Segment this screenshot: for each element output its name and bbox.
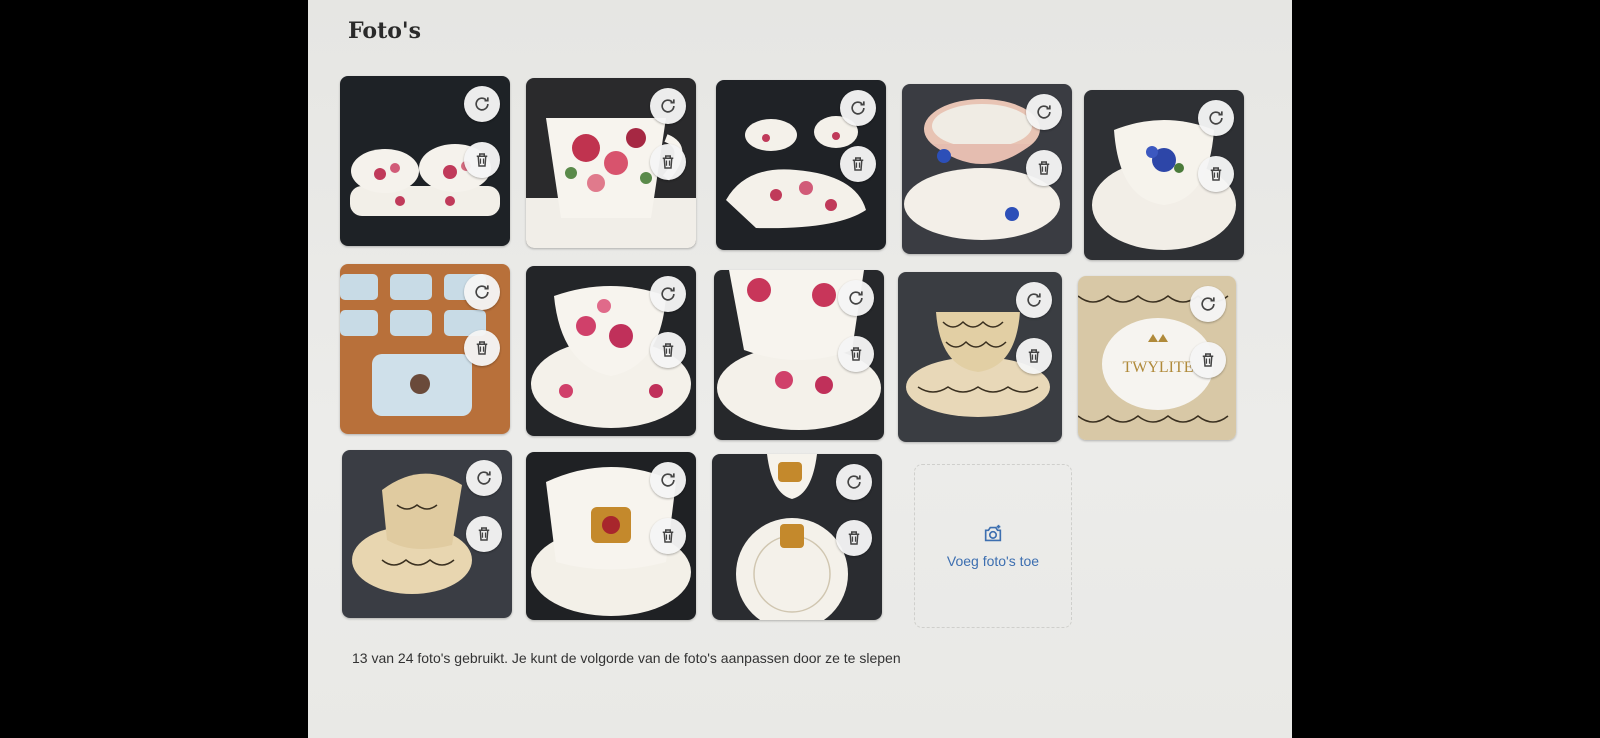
photo-tile-2[interactable]	[526, 78, 696, 248]
rotate-icon	[1209, 111, 1223, 125]
trash-icon	[848, 531, 860, 545]
photo-tile-5[interactable]	[1084, 90, 1244, 260]
photo-upload-screen: Foto's TWYLITE Voeg foto's toe 13 van 24…	[308, 0, 1292, 738]
trash-icon	[662, 155, 674, 169]
rotate-icon	[1027, 293, 1041, 307]
add-photos-button[interactable]: Voeg foto's toe	[914, 464, 1072, 628]
photo-tile-3[interactable]	[716, 80, 886, 250]
trash-icon	[476, 153, 488, 167]
delete-button[interactable]	[836, 520, 872, 556]
delete-button[interactable]	[650, 518, 686, 554]
trash-icon	[476, 341, 488, 355]
photo-tile-9[interactable]	[898, 272, 1062, 442]
rotate-icon	[475, 285, 489, 299]
rotate-icon	[477, 471, 491, 485]
delete-button[interactable]	[464, 330, 500, 366]
trash-icon	[1210, 167, 1222, 181]
add-photos-label: Voeg foto's toe	[946, 553, 1040, 569]
delete-button[interactable]	[650, 332, 686, 368]
trash-icon	[852, 157, 864, 171]
rotate-button[interactable]	[840, 90, 876, 126]
photo-tile-7[interactable]	[526, 266, 696, 436]
rotate-button[interactable]	[1190, 286, 1226, 322]
trash-icon	[662, 343, 674, 357]
delete-button[interactable]	[1026, 150, 1062, 186]
photo-usage-text: 13 van 24 foto's gebruikt. Je kunt de vo…	[352, 650, 901, 666]
photo-tile-8[interactable]	[714, 270, 884, 440]
rotate-icon	[849, 291, 863, 305]
rotate-button[interactable]	[650, 88, 686, 124]
rotate-icon	[1201, 297, 1215, 311]
rotate-icon	[475, 97, 489, 111]
photo-tile-4[interactable]	[902, 84, 1072, 254]
rotate-button[interactable]	[464, 86, 500, 122]
photo-tile-6[interactable]	[340, 264, 510, 434]
rotate-icon	[661, 473, 675, 487]
photo-grid: TWYLITE Voeg foto's toe	[308, 0, 1292, 738]
delete-button[interactable]	[1198, 156, 1234, 192]
photo-tile-11[interactable]	[342, 450, 512, 618]
photo-tile-10[interactable]: TWYLITE	[1078, 276, 1236, 440]
rotate-button[interactable]	[650, 462, 686, 498]
add-photo-icon	[984, 524, 1002, 542]
delete-button[interactable]	[840, 146, 876, 182]
rotate-button[interactable]	[466, 460, 502, 496]
photo-tile-13[interactable]	[712, 454, 882, 620]
delete-button[interactable]	[838, 336, 874, 372]
rotate-button[interactable]	[650, 276, 686, 312]
rotate-button[interactable]	[836, 464, 872, 500]
delete-button[interactable]	[466, 516, 502, 552]
trash-icon	[478, 527, 490, 541]
delete-button[interactable]	[464, 142, 500, 178]
rotate-icon	[851, 101, 865, 115]
trash-icon	[850, 347, 862, 361]
trash-icon	[1028, 349, 1040, 363]
photo-tile-1[interactable]	[340, 76, 510, 246]
trash-icon	[662, 529, 674, 543]
twylite-stamp-text: TWYLITE	[1122, 359, 1193, 376]
rotate-icon	[661, 287, 675, 301]
delete-button[interactable]	[1190, 342, 1226, 378]
trash-icon	[1038, 161, 1050, 175]
rotate-button[interactable]	[1026, 94, 1062, 130]
rotate-icon	[1037, 105, 1051, 119]
trash-icon	[1202, 353, 1214, 367]
rotate-icon	[661, 99, 675, 113]
rotate-button[interactable]	[1016, 282, 1052, 318]
photo-tile-12[interactable]	[526, 452, 696, 620]
rotate-button[interactable]	[838, 280, 874, 316]
rotate-button[interactable]	[1198, 100, 1234, 136]
delete-button[interactable]	[1016, 338, 1052, 374]
delete-button[interactable]	[650, 144, 686, 180]
rotate-button[interactable]	[464, 274, 500, 310]
rotate-icon	[847, 475, 861, 489]
